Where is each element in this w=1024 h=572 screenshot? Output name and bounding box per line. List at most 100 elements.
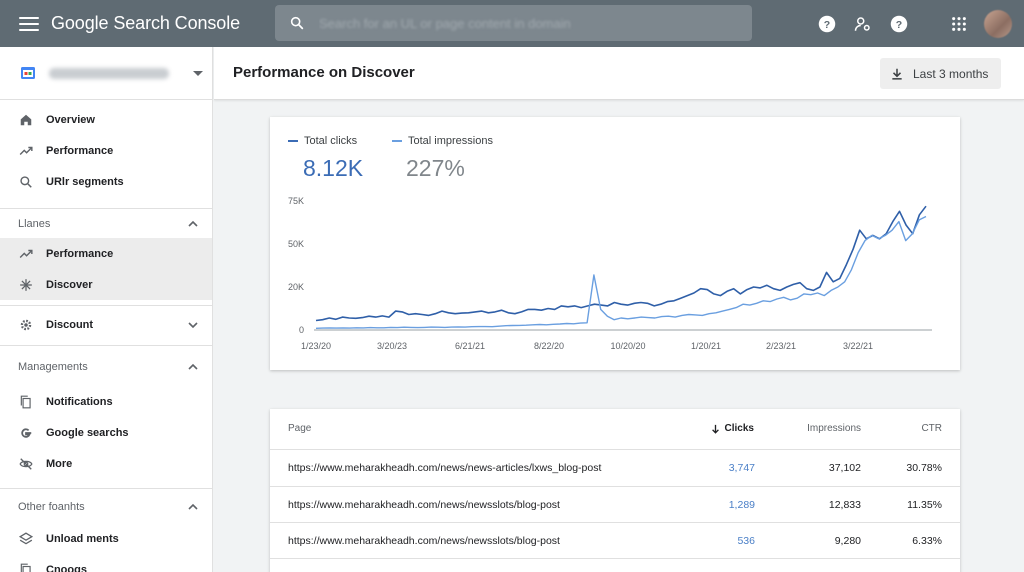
chevron-up-icon bbox=[188, 503, 198, 510]
x-tick-label: 8/22/20 bbox=[534, 341, 564, 351]
cell-impressions: 9,280 bbox=[834, 535, 861, 547]
cell-page: https://www.meharakheadh.com/news/news-a… bbox=[288, 462, 602, 474]
sidebar-item-url-segments[interactable]: URlr segments bbox=[0, 166, 212, 197]
sidebar-item-label: Unload ments bbox=[46, 532, 119, 545]
column-header-impressions[interactable]: Impressions bbox=[790, 423, 861, 434]
performance-chart-card: Total clicks Total impressions 8.12K 227… bbox=[270, 117, 960, 370]
section-header-managements[interactable]: Managements bbox=[0, 352, 212, 382]
search-icon bbox=[290, 16, 304, 30]
property-name bbox=[49, 67, 169, 79]
sidebar-item-label: Google searchs bbox=[46, 426, 129, 439]
chevron-up-icon bbox=[188, 220, 198, 227]
section-label: Other foanhts bbox=[18, 501, 85, 513]
chevron-down-icon bbox=[188, 321, 198, 328]
sidebar-item-label: Overview bbox=[46, 113, 95, 126]
pages-table: Page Clicks Impressions CTR https://www.… bbox=[270, 409, 960, 572]
sidebar-item-overview[interactable]: Overview bbox=[0, 104, 212, 135]
property-icon bbox=[21, 67, 35, 79]
sidebar-item-unload-ments[interactable]: Unload ments bbox=[0, 523, 212, 554]
x-tick-label: 1/20/21 bbox=[691, 341, 721, 351]
sidebar-item-label: Notifications bbox=[46, 395, 113, 408]
help-icon[interactable]: ? bbox=[816, 13, 838, 35]
sidebar-item-performance-discover[interactable]: Performance bbox=[0, 238, 212, 269]
chevron-up-icon bbox=[188, 363, 198, 370]
x-tick-label: 2/23/21 bbox=[766, 341, 796, 351]
arrow-down-icon bbox=[711, 424, 719, 434]
sidebar-item-discover[interactable]: Discover bbox=[0, 269, 212, 300]
divider bbox=[0, 345, 212, 346]
series-line-total-impressions bbox=[315, 215, 927, 329]
sidebar-item-google-searchs[interactable]: Google searchs bbox=[0, 417, 212, 448]
y-tick-label: 75K bbox=[288, 196, 304, 206]
eye-off-icon bbox=[18, 456, 34, 472]
y-tick-label: 20K bbox=[288, 282, 304, 292]
cell-clicks: 3,747 bbox=[728, 462, 755, 474]
sidebar-item-label: URlr segments bbox=[46, 175, 124, 188]
table-row[interactable] bbox=[270, 558, 960, 572]
sidebar-item-more[interactable]: More bbox=[0, 448, 212, 479]
y-tick-label: 50K bbox=[288, 239, 304, 249]
column-header-label: Clicks bbox=[724, 423, 754, 434]
copy-icon bbox=[18, 562, 34, 572]
table-row[interactable]: https://www.meharakheadh.com/news/newssl… bbox=[270, 486, 960, 523]
section-label: Managements bbox=[18, 361, 88, 373]
avatar[interactable] bbox=[984, 9, 1012, 38]
divider bbox=[0, 488, 212, 489]
series-line-total-clicks bbox=[315, 205, 927, 322]
cell-impressions: 37,102 bbox=[828, 462, 861, 474]
sidebar-item-notifications[interactable]: Notifications bbox=[0, 386, 212, 417]
table-row[interactable]: https://www.meharakheadh.com/news/newssl… bbox=[270, 522, 960, 559]
section-header-llanes[interactable]: Llanes bbox=[0, 209, 212, 239]
help-center-icon[interactable]: ? bbox=[888, 13, 910, 35]
layers-icon bbox=[18, 531, 34, 547]
cell-page: https://www.meharakheadh.com/news/newssl… bbox=[288, 499, 560, 511]
chevron-down-icon[interactable] bbox=[193, 70, 203, 76]
sidebar-item-label: Discount bbox=[46, 318, 94, 331]
download-icon bbox=[892, 68, 902, 80]
google-g-icon bbox=[18, 425, 34, 441]
menu-icon[interactable] bbox=[19, 16, 39, 31]
trending-up-icon bbox=[18, 246, 34, 262]
app-title[interactable]: Google Search Console bbox=[51, 13, 240, 34]
x-tick-label: 1/23/20 bbox=[301, 341, 331, 351]
page-header: Performance on Discover Last 3 months bbox=[214, 47, 1024, 100]
top-app-bar: Google Search Console ? ? bbox=[0, 0, 1024, 47]
apps-grid-icon[interactable] bbox=[948, 13, 970, 35]
svg-text:?: ? bbox=[824, 18, 830, 30]
search-icon bbox=[18, 174, 34, 190]
column-header-clicks[interactable]: Clicks bbox=[710, 423, 754, 434]
gear-icon bbox=[18, 317, 34, 333]
x-tick-label: 3/22/21 bbox=[843, 341, 873, 351]
copy-icon bbox=[18, 394, 34, 410]
sidebar-item-label: Discover bbox=[46, 278, 93, 291]
cell-clicks: 536 bbox=[737, 535, 755, 547]
y-tick-label: 0 bbox=[299, 325, 304, 335]
sidebar-item-cnoogs[interactable]: Cnoogs bbox=[0, 554, 212, 572]
search-bar[interactable] bbox=[275, 5, 752, 41]
cell-clicks: 1,289 bbox=[728, 499, 755, 511]
sidebar: Overview Performance URlr segments Llane… bbox=[0, 47, 213, 572]
divider bbox=[0, 305, 212, 306]
trending-up-icon bbox=[18, 143, 34, 159]
cell-ctr: 11.35% bbox=[907, 499, 942, 511]
cell-ctr: 30.78% bbox=[906, 462, 942, 474]
column-header-ctr[interactable]: CTR bbox=[890, 423, 942, 434]
sidebar-item-label: Performance bbox=[46, 144, 114, 157]
x-tick-label: 3/20/23 bbox=[377, 341, 407, 351]
property-selector[interactable] bbox=[0, 47, 212, 100]
account-settings-icon[interactable] bbox=[852, 13, 874, 35]
table-row[interactable]: https://www.meharakheadh.com/news/news-a… bbox=[270, 449, 960, 486]
sidebar-item-label: Cnoogs bbox=[46, 563, 87, 572]
home-icon bbox=[18, 112, 34, 128]
sidebar-item-label: Performance bbox=[46, 247, 114, 260]
search-input[interactable] bbox=[319, 13, 719, 33]
sidebar-item-performance[interactable]: Performance bbox=[0, 135, 212, 166]
cell-ctr: 6.33% bbox=[912, 535, 942, 547]
cell-page: https://www.meharakheadh.com/news/newssl… bbox=[288, 535, 560, 547]
sidebar-item-label: More bbox=[46, 457, 73, 470]
sidebar-item-discount[interactable]: Discount bbox=[0, 309, 212, 340]
x-tick-label: 10/20/20 bbox=[610, 341, 645, 351]
column-header-page[interactable]: Page bbox=[288, 423, 311, 434]
date-range-button[interactable]: Last 3 months bbox=[880, 58, 1001, 89]
section-header-other[interactable]: Other foanhts bbox=[0, 492, 212, 522]
